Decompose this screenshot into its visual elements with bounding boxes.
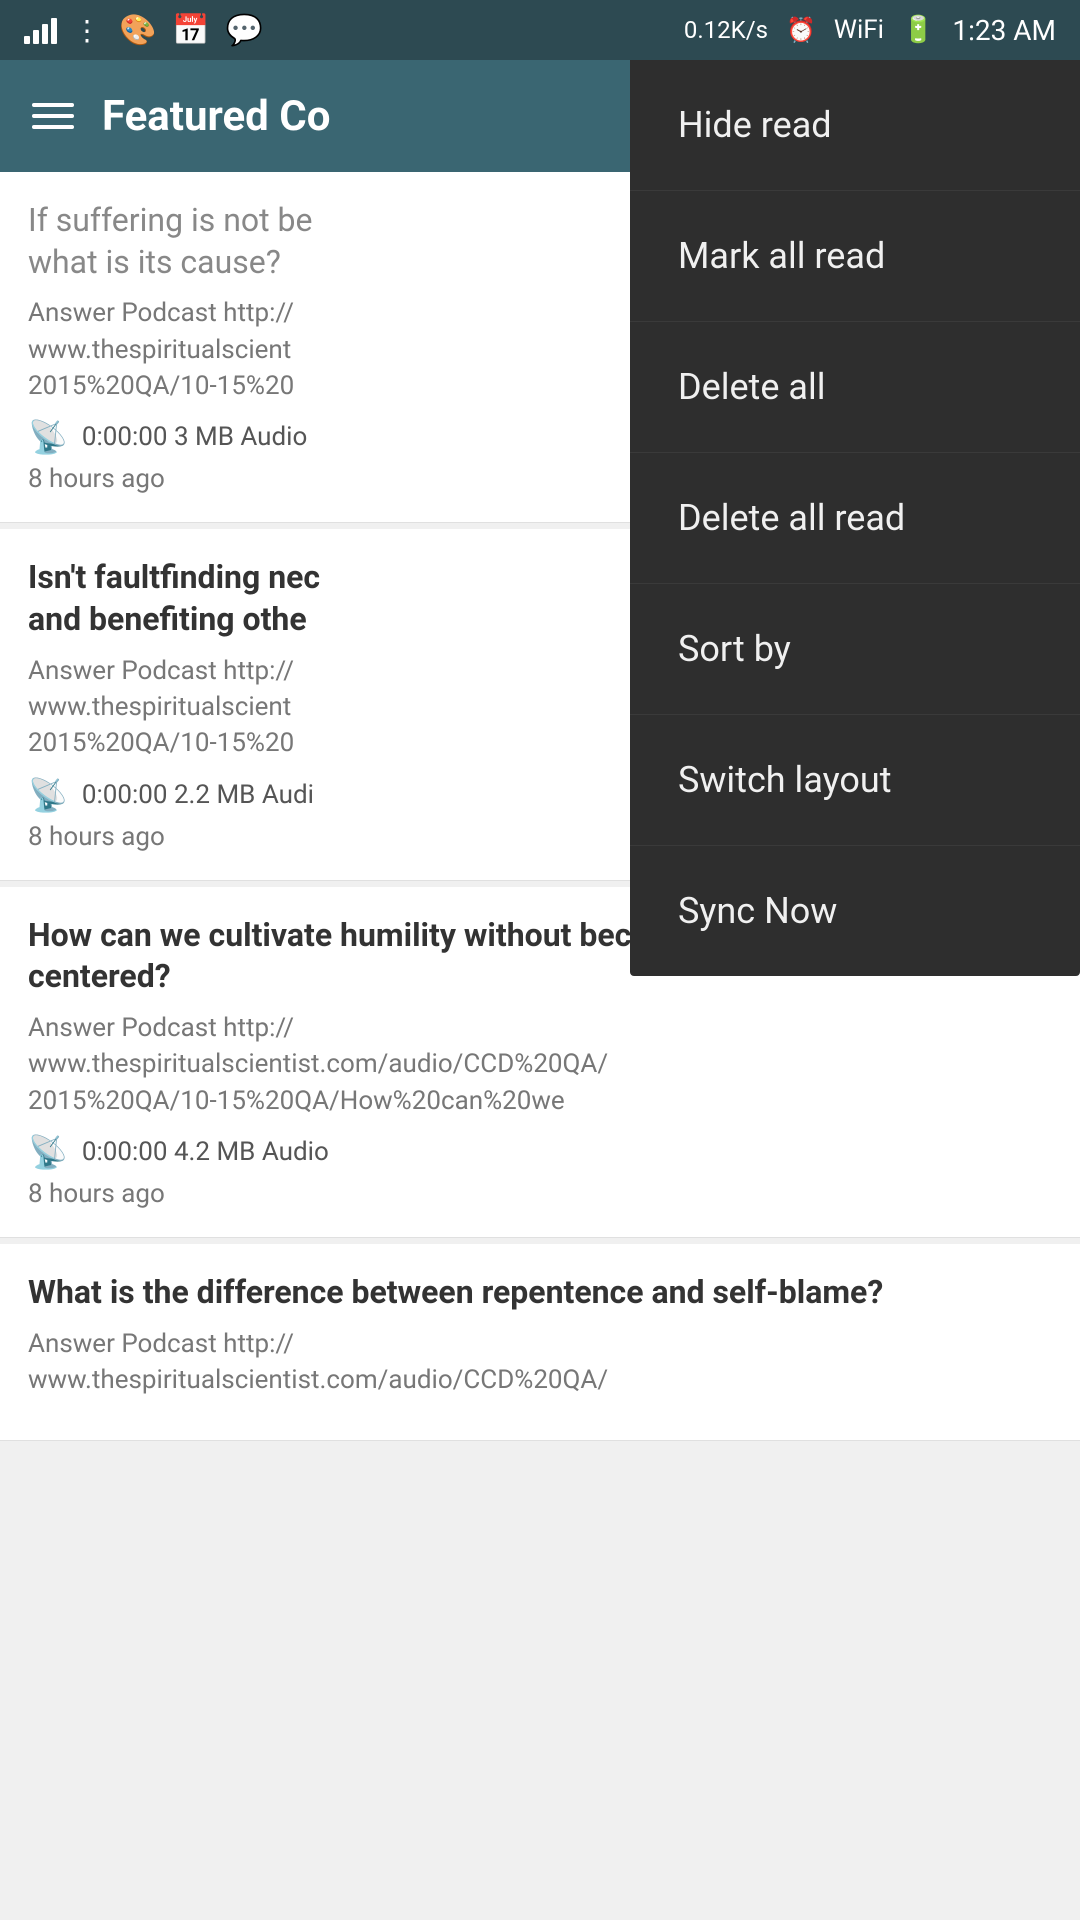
dropdown-overlay[interactable]: Hide read Mark all read Delete all Delet… [0,0,1080,1920]
dropdown-menu: Hide read Mark all read Delete all Delet… [630,60,1080,976]
menu-item-hide-read[interactable]: Hide read [630,60,1080,191]
menu-item-sort-by[interactable]: Sort by [630,584,1080,715]
menu-item-delete-all[interactable]: Delete all [630,322,1080,453]
menu-item-delete-all-read[interactable]: Delete all read [630,453,1080,584]
menu-item-switch-layout[interactable]: Switch layout [630,715,1080,846]
menu-item-mark-all-read[interactable]: Mark all read [630,191,1080,322]
menu-item-sync-now[interactable]: Sync Now [630,846,1080,976]
